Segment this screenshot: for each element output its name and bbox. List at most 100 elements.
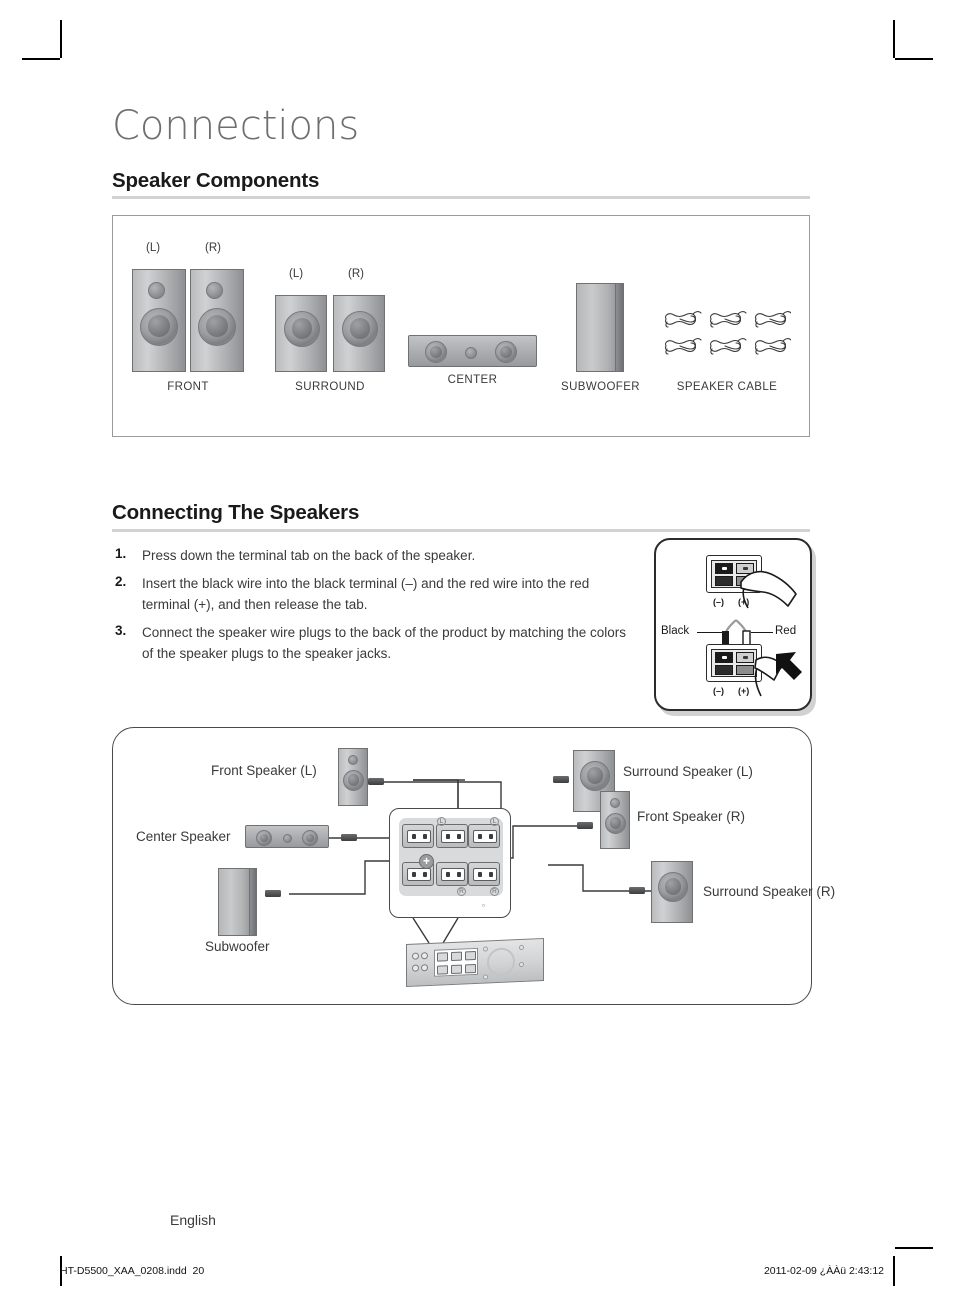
speaker-components-panel: (L) (R) FRONT (L) (R) SURROUND CENTER SU…	[112, 215, 810, 437]
list-item: 3. Connect the speaker wire plugs to the…	[112, 623, 632, 665]
speaker-plug	[368, 778, 384, 785]
tweeter-icon	[348, 755, 358, 765]
terminal-detail-illustration: (–) (+) Black Red (–) (+)	[654, 538, 812, 711]
red-wire-label: Red	[775, 625, 797, 637]
subwoofer-side	[249, 868, 257, 936]
crop-mark-top-left-h	[22, 58, 60, 60]
rear-jack[interactable]	[437, 952, 448, 962]
language-label: English	[170, 1212, 216, 1228]
footer-timestamp: 2011-02-09 ¿ÀÀü 2:43:12	[763, 1265, 884, 1277]
manual-page: Connections Speaker Components (L) (R) F…	[0, 0, 954, 1307]
surround-left-speaker	[275, 295, 327, 372]
woofer-icon	[140, 308, 178, 346]
tweeter-icon	[283, 834, 292, 843]
front-left-speaker	[132, 269, 186, 372]
woofer-icon	[605, 813, 626, 834]
section-heading-connecting-the-speakers: Connecting The Speakers	[112, 501, 360, 524]
tweeter-icon	[206, 282, 223, 299]
rear-jack[interactable]	[465, 963, 476, 974]
red-wire-leader	[751, 632, 773, 634]
terminal-minus-label-bottom: (–)	[713, 686, 724, 696]
woofer-icon	[302, 830, 318, 846]
section-heading-speaker-components: Speaker Components	[112, 169, 320, 192]
rear-jack[interactable]	[451, 951, 462, 962]
jack-mark-top-center: L	[437, 817, 446, 826]
jack-front-left[interactable]	[436, 824, 468, 848]
woofer-icon	[284, 311, 320, 347]
terminal-tab-minus	[715, 576, 733, 586]
jack-mark-top-right: L	[490, 817, 499, 826]
surround-right-channel-label: (R)	[348, 268, 364, 280]
fan-vent-icon	[487, 947, 515, 977]
jack-surround-left[interactable]	[468, 824, 500, 848]
rca-jack	[412, 952, 419, 960]
speaker-cable-icons	[665, 311, 792, 355]
step-number: 2.	[115, 573, 127, 589]
jack-mark-subwoofer: ▫	[482, 901, 485, 910]
press-arrow-icon	[776, 652, 802, 680]
rear-speaker-jack-group	[434, 947, 478, 977]
woofer-icon	[425, 341, 447, 363]
list-item: 1. Press down the terminal tab on the ba…	[112, 546, 632, 567]
rear-jack[interactable]	[465, 950, 476, 961]
speaker-plug	[341, 834, 357, 841]
speaker-jack-panel: L L R R + ▫	[389, 808, 511, 918]
subwoofer	[576, 283, 616, 372]
rear-jack[interactable]	[451, 964, 462, 975]
jack-mark-bottom-center: R	[457, 887, 466, 896]
footer-page-number: 20	[192, 1265, 205, 1277]
label-subwoofer: Subwoofer	[205, 939, 270, 954]
label-center-speaker: Center Speaker	[136, 829, 231, 844]
step-text: Press down the terminal tab on the back …	[142, 548, 476, 563]
jack-center[interactable]	[402, 824, 434, 848]
tweeter-icon	[465, 347, 477, 359]
surround-right-speaker	[333, 295, 385, 372]
step-text: Insert the black wire into the black ter…	[142, 575, 590, 612]
speaker-cable-caption: SPEAKER CABLE	[676, 381, 778, 393]
terminal-minus-label-top: (–)	[713, 597, 724, 607]
terminal-hole-minus-icon	[715, 563, 733, 574]
crop-mark-top-left-v	[60, 20, 62, 58]
front-right-speaker-diagram	[600, 791, 630, 849]
speaker-plug	[553, 776, 569, 783]
black-wire-label: Black	[661, 625, 690, 637]
terminal-hole-minus-icon	[715, 652, 733, 663]
center-speaker	[408, 335, 537, 367]
section-rule-connecting-the-speakers	[112, 529, 810, 532]
woofer-icon	[658, 872, 688, 902]
screw-hole	[483, 946, 488, 952]
front-right-channel-label: (R)	[205, 242, 221, 254]
finger-icon-top	[740, 570, 797, 609]
connection-diagram-panel: Front Speaker (L) Center Speaker Subwoof…	[112, 727, 835, 1005]
screw-hole	[519, 944, 524, 951]
speaker-plug	[629, 887, 645, 894]
woofer-icon	[198, 308, 236, 346]
label-surround-speaker-left: Surround Speaker (L)	[623, 764, 753, 779]
step-number: 1.	[115, 546, 127, 561]
label-front-speaker-right: Front Speaker (R)	[637, 809, 746, 824]
crop-mark-top-right-v	[893, 20, 895, 58]
speaker-jack-panel-inner: L L R R	[399, 817, 503, 896]
footer-file-info: HT-D5500_XAA_0208.indd 20	[60, 1265, 204, 1277]
rca-jack	[421, 952, 428, 960]
front-left-channel-label: (L)	[146, 242, 161, 254]
step-text: Connect the speaker wire plugs to the ba…	[142, 624, 627, 661]
subwoofer-caption: SUBWOOFER	[561, 381, 640, 393]
woofer-icon	[495, 341, 517, 363]
subwoofer-diagram	[218, 868, 250, 936]
terminal-plus-label-bottom: (+)	[738, 686, 750, 696]
jack-surround-right[interactable]	[468, 862, 500, 886]
list-item: 2. Insert the black wire into the black …	[112, 574, 632, 616]
jack-front-right[interactable]	[436, 862, 468, 886]
woofer-icon	[580, 761, 610, 791]
rear-jack[interactable]	[437, 965, 448, 975]
tweeter-icon	[148, 282, 165, 299]
front-left-speaker-diagram	[338, 748, 368, 806]
screw-hole	[483, 974, 488, 980]
section-rule-speaker-components	[112, 196, 810, 199]
front-right-speaker	[190, 269, 244, 372]
center-caption: CENTER	[447, 374, 498, 386]
surround-caption: SURROUND	[295, 381, 365, 393]
woofer-icon	[343, 770, 364, 791]
product-rear-panel	[406, 937, 544, 988]
